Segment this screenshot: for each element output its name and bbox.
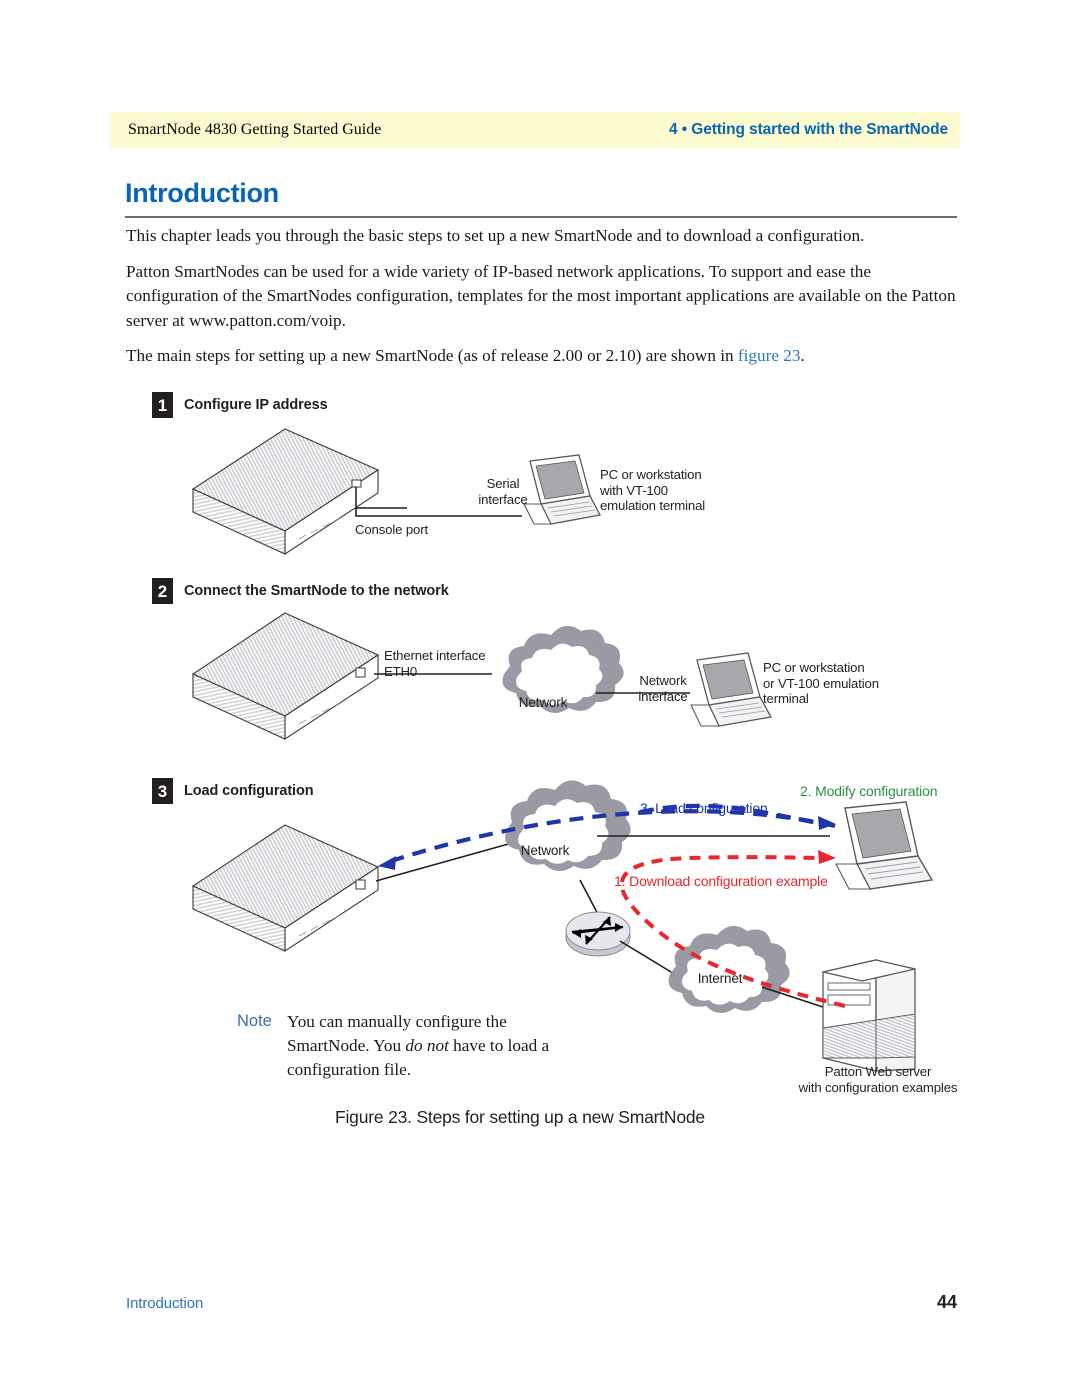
step-badge-2: 2 [152, 578, 173, 604]
figure-23-illustration: 1 Configure IP address Console port Seri… [0, 0, 1080, 1397]
label-cloud-internet: Internet [697, 971, 743, 986]
footer-page-number: 44 [936, 1292, 957, 1312]
step-title-3: Load configuration [184, 783, 314, 799]
figure-caption-text: Figure 23. Steps for setting up a new Sm… [335, 1107, 705, 1127]
note-label: Note [237, 1012, 272, 1030]
label-cloud-network-step2: Network [518, 695, 568, 710]
label-network-interface: Network interface [638, 673, 688, 704]
label-patton-web-server: Patton Web server with configuration exa… [798, 1064, 958, 1095]
step3-internet-cloud [668, 925, 833, 1014]
note-text-emphasis: do not [405, 1036, 449, 1055]
label-flow-1-download-configuration-example: 1. Download configuration example [614, 873, 828, 889]
note-text: You can manually configure the SmartNode… [287, 1010, 557, 1082]
label-console-port: Console port [355, 522, 428, 537]
step-title-1: Configure IP address [184, 397, 328, 413]
step-badge-1: 1 [152, 392, 173, 418]
document-page: SmartNode 4830 Getting Started Guide 4 •… [0, 0, 1080, 1397]
step2-laptop [690, 652, 773, 727]
step-badge-3: 3 [152, 778, 173, 804]
label-pc-workstation-vt100: PC or workstation with VT-100 emulation … [600, 467, 706, 513]
step-title-2: Connect the SmartNode to the network [184, 583, 449, 599]
label-flow-3-load-configuration: 3. Load configuration [640, 800, 768, 816]
label-ethernet-interface-eth0: Ethernet interface ETH0 [384, 648, 486, 679]
figure-caption: Figure 23. Steps for setting up a new Sm… [0, 1107, 1080, 1128]
label-pc-workstation-vt100-emulation: PC or workstation or VT-100 emulation te… [763, 660, 879, 706]
step3-smartnode-device [191, 824, 513, 953]
step3-laptop [835, 801, 934, 890]
label-serial-interface: Serial interface [478, 476, 528, 507]
step3-web-server [822, 959, 916, 1072]
step3-router-icon [565, 911, 677, 976]
label-cloud-network-step3: Network [520, 843, 570, 858]
